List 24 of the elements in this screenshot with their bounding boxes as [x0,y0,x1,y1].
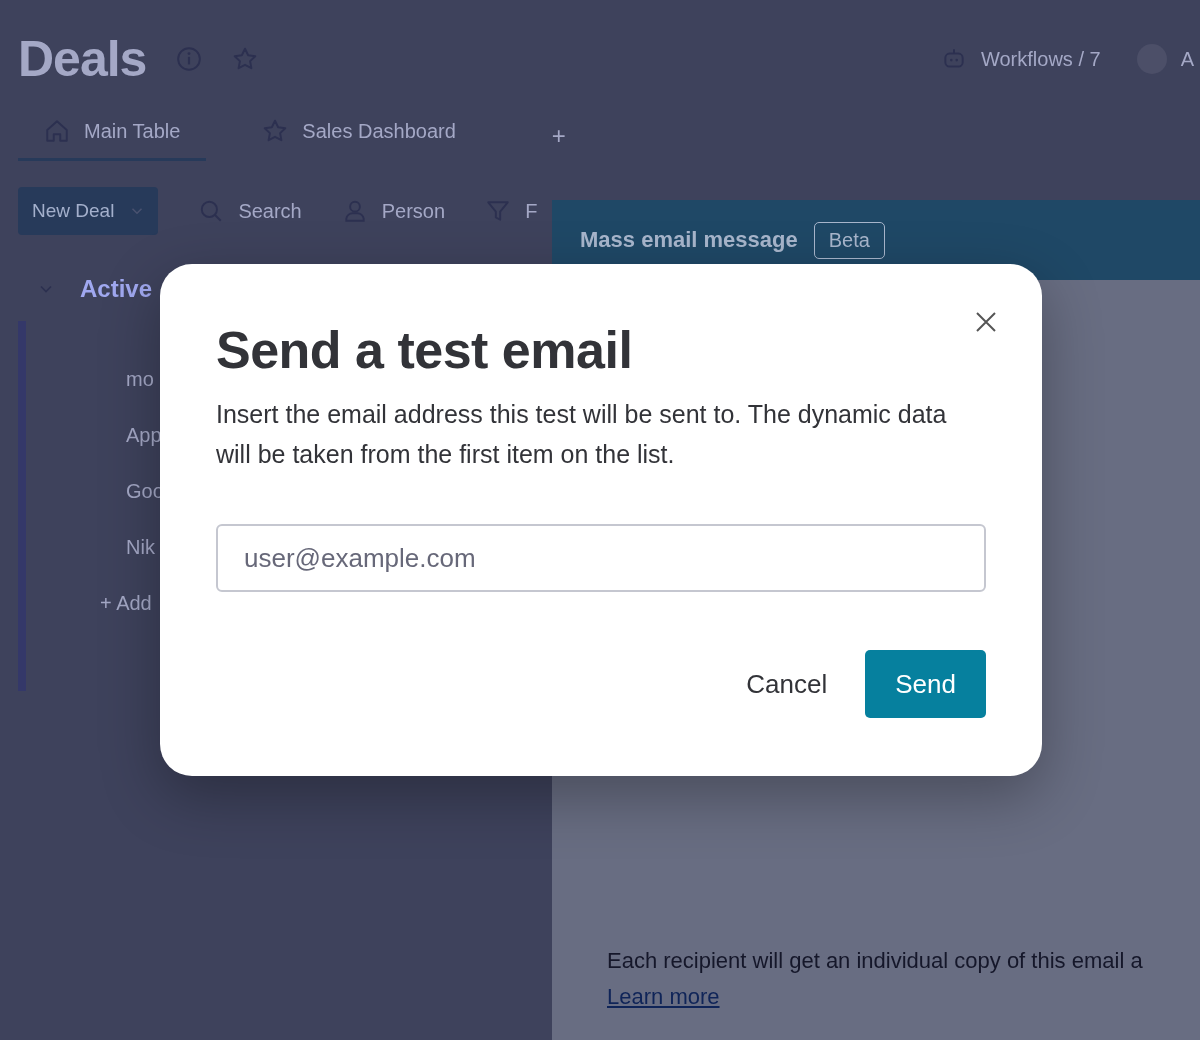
group-title[interactable]: Active [80,275,153,303]
view-tab[interactable]: Sales Dashboard [236,110,482,161]
new-item-button[interactable]: New Deal [18,187,159,235]
send-button[interactable]: Send [865,650,986,718]
item-name[interactable]: Nik [126,535,155,559]
board-title: Deals [18,30,147,88]
dialog-title: Send a test email [216,320,634,381]
user-name: A [1180,47,1194,71]
add-item-link[interactable]: + Add [100,591,152,615]
close-icon[interactable] [974,310,998,334]
toolbar-item[interactable]: F [485,198,538,224]
toolbar-item[interactable]: Search [198,198,302,224]
item-name[interactable]: mo [126,367,154,391]
view-tab[interactable]: Main Table [18,110,207,161]
dialog-message: Insert the email address this test will be sent to. The dynamic data will be taken from the first item on the list. [216,399,948,470]
toolbar-item[interactable]: Person [341,198,446,224]
panel-title: Mass email message [580,227,798,253]
email-input[interactable]: user@example.com [216,524,986,592]
add-view-button[interactable]: + [551,121,566,150]
panel-note: Each recipient will get an individual copy of this email a [607,948,1143,974]
item-name[interactable]: App [126,423,162,447]
beta-badge: Beta [813,221,885,259]
learn-more-link[interactable]: Learn more [607,984,720,1010]
workflows-link[interactable]: Workflows / 7 [981,47,1101,71]
